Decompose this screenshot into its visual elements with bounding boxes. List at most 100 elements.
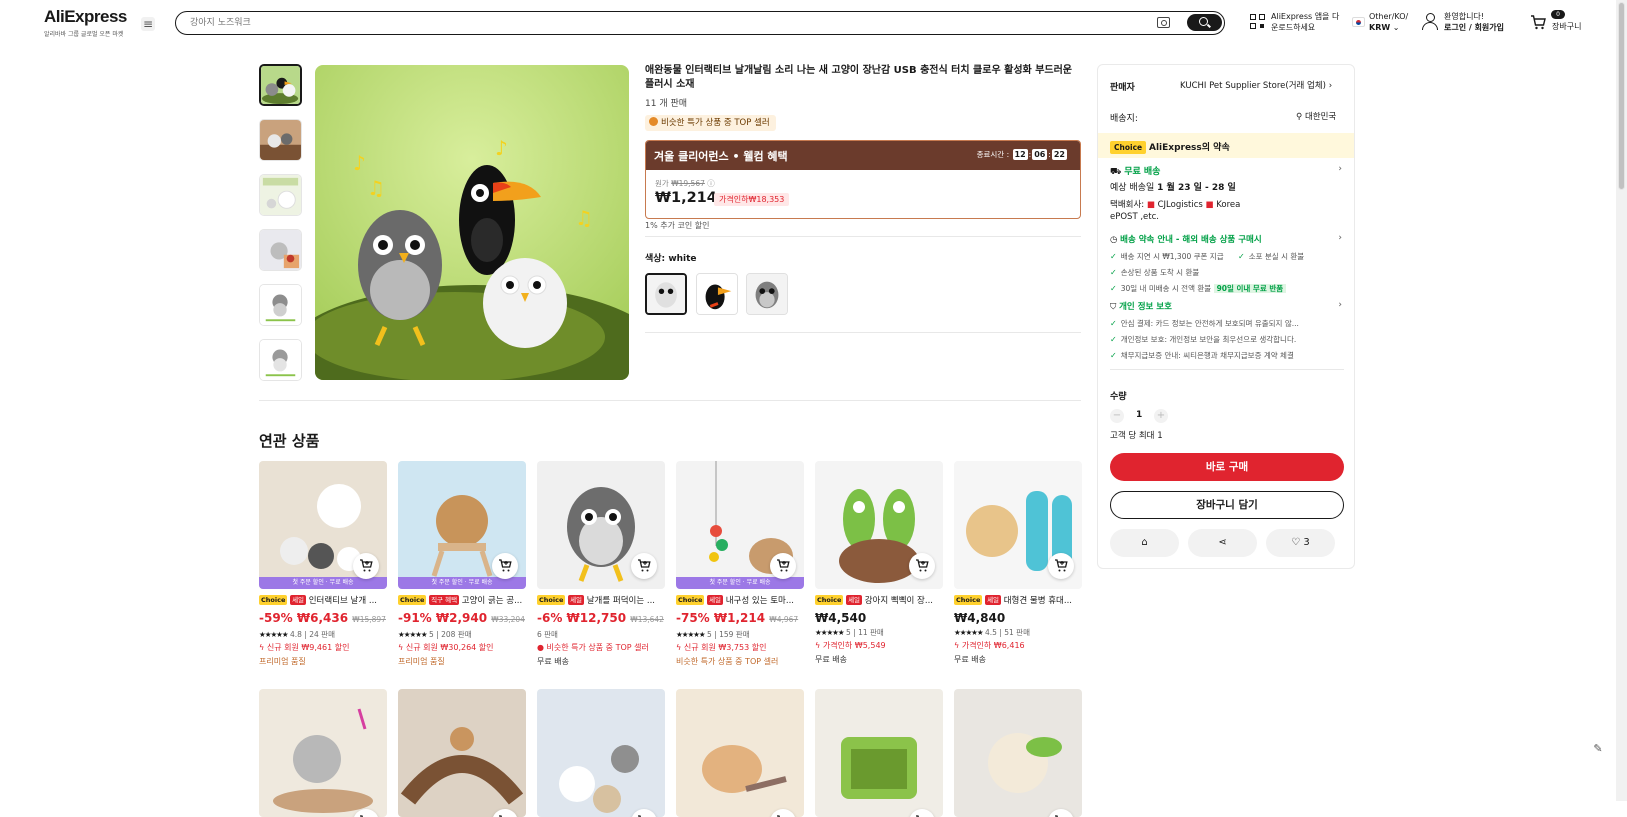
- cart-label[interactable]: 장바구니: [1552, 21, 1581, 32]
- seller-label: 판매자: [1110, 83, 1135, 93]
- countdown-timer: 종료시간 : 12:06:22: [976, 149, 1067, 160]
- add-to-cart-icon[interactable]: [770, 553, 796, 579]
- card-title: 인터랙티브 날개 ...: [308, 596, 377, 606]
- card-price-row: -75% ₩1,214 ₩4,967: [676, 611, 804, 627]
- star-icons: ★★★★★: [815, 628, 845, 637]
- divider: [259, 400, 1081, 401]
- thumbnail[interactable]: [259, 284, 302, 326]
- product-card-image[interactable]: [537, 461, 665, 589]
- menu-icon[interactable]: ≡: [141, 17, 155, 31]
- product-card-image[interactable]: [537, 689, 665, 817]
- wishlist-button[interactable]: ♡ 3: [1266, 529, 1335, 557]
- add-to-cart-icon[interactable]: [492, 553, 518, 579]
- chevron-right-icon[interactable]: ›: [1338, 233, 1342, 243]
- product-card[interactable]: 첫 주문 할인 · 무료 배송 Choice 세일 내구성 있는 토마... -75…: [676, 461, 804, 667]
- product-card-image[interactable]: [259, 689, 387, 817]
- choice-chip: Choice: [1110, 141, 1147, 154]
- card-rating-row: ★★★★★ 4.5 | 51 판매: [954, 628, 1030, 637]
- swatch-white[interactable]: [645, 273, 687, 315]
- courier-cj: CJLogistics: [1157, 200, 1203, 210]
- scrollbar-thumb[interactable]: [1618, 2, 1625, 190]
- seller-name-link[interactable]: KUCHI Pet Supplier Store(거래 업체) ›: [1180, 79, 1332, 91]
- product-card-image[interactable]: [676, 689, 804, 817]
- download-app-link[interactable]: AliExpress 앱을 다 운로드하세요: [1271, 11, 1339, 33]
- main-product-image[interactable]: ♪ ♫ ♪ ♫: [315, 65, 629, 380]
- user-icon[interactable]: [1422, 13, 1438, 31]
- product-card-image[interactable]: [815, 461, 943, 589]
- quantity-value[interactable]: 1: [1136, 410, 1142, 420]
- decrease-button[interactable]: −: [1110, 409, 1124, 423]
- product-card-image[interactable]: [954, 461, 1082, 589]
- product-card-image[interactable]: [815, 689, 943, 817]
- chevron-right-icon[interactable]: ›: [1338, 164, 1342, 174]
- swatch-grey[interactable]: [746, 273, 788, 315]
- add-to-cart-button[interactable]: 장바구니 담기: [1110, 491, 1344, 519]
- account-link[interactable]: 환영합니다! 로그인 / 회원가입: [1444, 11, 1504, 33]
- product-card[interactable]: 첫 주문 할인 · 무료 배송 Choice 직구 혜택 고양이 긁는 공... -…: [398, 461, 526, 667]
- product-card-image[interactable]: 첫 주문 할인 · 무료 배송: [398, 461, 526, 589]
- product-card[interactable]: Choice 세일 대형견 물병 휴대... ₩4,840 ★★★★★ 4.5 |…: [954, 461, 1082, 665]
- product-card-image[interactable]: 첫 주문 할인 · 무료 배송: [259, 461, 387, 589]
- logo-text: AliExpress: [44, 7, 127, 26]
- privacy-item: ✓ 개인정보 보호: 개인정보 보안을 최우선으로 생각합니다.: [1110, 334, 1296, 345]
- product-card[interactable]: [537, 689, 665, 817]
- add-to-cart-icon[interactable]: [353, 553, 379, 579]
- card-promo-text: 신규 회원 ₩9,461 할인: [266, 643, 350, 652]
- card-promo: ● 비슷한 특가 상품 중 TOP 셀러: [537, 643, 665, 653]
- sold-count: 11 개 판매: [645, 99, 688, 109]
- coin-discount: 1% 추가 코인 할인: [645, 221, 710, 230]
- increase-button[interactable]: +: [1154, 409, 1168, 423]
- product-card-image[interactable]: [954, 689, 1082, 817]
- cart-icon[interactable]: [1530, 15, 1546, 30]
- buy-now-button[interactable]: 바로 구매: [1110, 453, 1344, 481]
- region-text: Other/KO/: [1369, 12, 1409, 21]
- scrollbar[interactable]: [1616, 0, 1627, 801]
- ship-to-selector[interactable]: ⚲ 대한민국: [1296, 110, 1336, 122]
- card-extra: 프리미엄 품질: [398, 657, 445, 666]
- product-card[interactable]: Choice 세일 날개를 퍼덕이는 ... -6% ₩12,750 ₩13,64…: [537, 461, 665, 667]
- timer-minutes: 06: [1032, 149, 1048, 160]
- add-to-cart-icon[interactable]: [909, 553, 935, 579]
- swatch-toucan[interactable]: [696, 273, 738, 315]
- thumbnail[interactable]: [259, 229, 302, 271]
- search-button[interactable]: [1187, 14, 1222, 31]
- region-currency-selector[interactable]: Other/KO/ KRW ⌄: [1369, 11, 1408, 33]
- privacy-item-text: 채무지급보증 안내: 씨티은행과 채무지급보증 계약 체결: [1120, 351, 1294, 360]
- delivery-promise-row[interactable]: ◷ 배송 약속 안내 - 해외 배송 상품 구매시: [1110, 233, 1262, 245]
- product-card-image[interactable]: [398, 689, 526, 817]
- choice-tag: Choice: [815, 595, 844, 605]
- add-to-cart-icon[interactable]: [1048, 553, 1074, 579]
- product-card[interactable]: 첫 주문 할인 · 무료 배송 Choice 세일 인터랙티브 날개 ... -59…: [259, 461, 387, 667]
- thumbnail[interactable]: [259, 339, 302, 381]
- product-card[interactable]: [398, 689, 526, 817]
- thumbnail[interactable]: [259, 64, 302, 106]
- share-button[interactable]: ⋖: [1188, 529, 1257, 557]
- thumbnail[interactable]: [259, 174, 302, 216]
- store-button[interactable]: ⌂: [1110, 529, 1179, 557]
- free-shipping-row[interactable]: ⛟ 무료 배송: [1110, 164, 1160, 178]
- image-search-icon[interactable]: [1157, 17, 1170, 28]
- cart-count-badge: 0: [1551, 10, 1565, 19]
- chevron-right-icon[interactable]: ›: [1338, 300, 1342, 310]
- product-card-image[interactable]: 첫 주문 할인 · 무료 배송: [676, 461, 804, 589]
- aliexpress-logo[interactable]: AliExpress 알리바바 그룹 글로벌 오픈 마켓: [44, 7, 127, 39]
- privacy-row[interactable]: ⛉ 개인 정보 보호: [1110, 300, 1172, 312]
- product-card[interactable]: [954, 689, 1082, 817]
- thumbnail[interactable]: [259, 119, 302, 161]
- courier-etc: ePOST ,etc.: [1110, 212, 1159, 222]
- search-input[interactable]: [190, 15, 1090, 31]
- product-card[interactable]: Choice 세일 강아지 삑삑이 장... ₩4,540 ★★★★★ 5 | 1…: [815, 461, 943, 665]
- qr-code-icon[interactable]: [1250, 14, 1266, 30]
- edit-icon[interactable]: ✎: [1590, 742, 1606, 758]
- flash-icon: ϟ: [676, 643, 682, 652]
- card-original-price: ₩4,967: [769, 615, 799, 624]
- info-icon[interactable]: ⓘ: [707, 179, 715, 188]
- timer-label: 종료시간 :: [976, 150, 1010, 159]
- clock-icon: ◷: [1110, 235, 1118, 245]
- original-price: 원가 ₩19,567 ⓘ: [655, 178, 715, 189]
- card-title-line: Choice 세일 내구성 있는 토마...: [676, 595, 804, 607]
- add-to-cart-icon[interactable]: [631, 553, 657, 579]
- product-card[interactable]: [815, 689, 943, 817]
- product-card[interactable]: [676, 689, 804, 817]
- product-card[interactable]: [259, 689, 387, 817]
